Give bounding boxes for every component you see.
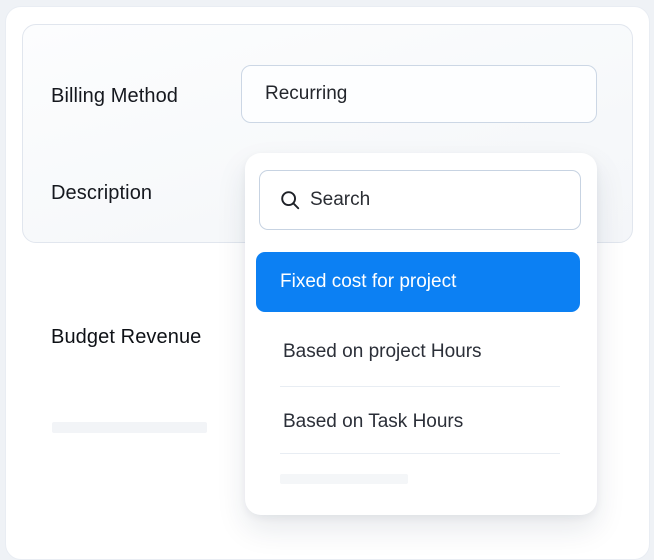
option-skeleton (280, 474, 408, 484)
billing-type-dropdown: Fixed cost for project Based on project … (245, 153, 597, 515)
billing-method-label: Billing Method (51, 83, 178, 109)
billing-settings-page: { "form": { "billing_method": { "label":… (0, 0, 654, 536)
budget-revenue-skeleton (52, 422, 207, 433)
search-field-wrap (259, 170, 581, 230)
option-divider (280, 386, 560, 387)
budget-revenue-label: Budget Revenue (51, 324, 201, 350)
option-based-on-task-hours[interactable]: Based on Task Hours (283, 409, 463, 435)
search-input[interactable] (259, 170, 581, 230)
option-based-on-project-hours[interactable]: Based on project Hours (283, 339, 482, 365)
option-fixed-cost-for-project[interactable]: Fixed cost for project (256, 252, 580, 312)
billing-method-input[interactable] (241, 65, 597, 123)
option-divider (280, 453, 560, 454)
description-label: Description (51, 180, 152, 206)
